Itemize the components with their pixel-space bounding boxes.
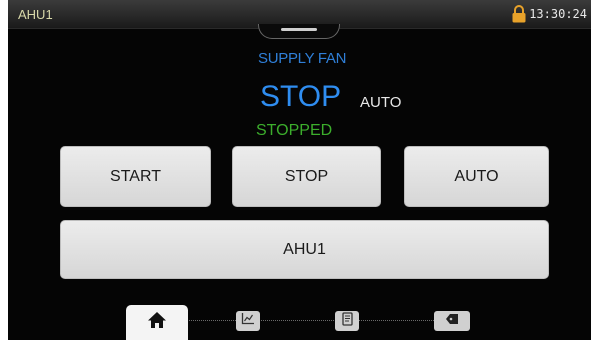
trend-chart-icon bbox=[241, 312, 255, 330]
bottom-navigation bbox=[8, 300, 591, 340]
ahu1-button[interactable]: AHU1 bbox=[60, 220, 549, 279]
fan-command-value: STOP bbox=[260, 80, 342, 113]
nav-connector bbox=[158, 320, 458, 321]
lock-icon[interactable] bbox=[511, 5, 527, 23]
report-icon bbox=[341, 311, 354, 331]
handle-grip bbox=[281, 28, 317, 31]
nav-home-tab[interactable] bbox=[126, 305, 188, 340]
section-label: SUPPLY FAN bbox=[258, 50, 347, 67]
nav-tag-tab[interactable] bbox=[434, 311, 470, 331]
clock: 13:30:24 bbox=[529, 7, 587, 21]
fan-state-value: STOPPED bbox=[256, 122, 333, 139]
pull-down-handle[interactable] bbox=[258, 24, 340, 39]
nav-trend-tab[interactable] bbox=[236, 311, 260, 331]
fan-mode-value: AUTO bbox=[360, 94, 402, 111]
auto-button[interactable]: AUTO bbox=[404, 146, 549, 207]
home-icon bbox=[147, 311, 167, 334]
stop-button[interactable]: STOP bbox=[232, 146, 381, 207]
nav-report-tab[interactable] bbox=[335, 311, 359, 331]
tag-icon bbox=[445, 312, 459, 330]
hmi-screen: AHU1 13:30:24 SUPPLY FAN STOP AUTO STOPP… bbox=[8, 0, 591, 340]
screen-title: AHU1 bbox=[18, 7, 53, 22]
start-button[interactable]: START bbox=[60, 146, 211, 207]
